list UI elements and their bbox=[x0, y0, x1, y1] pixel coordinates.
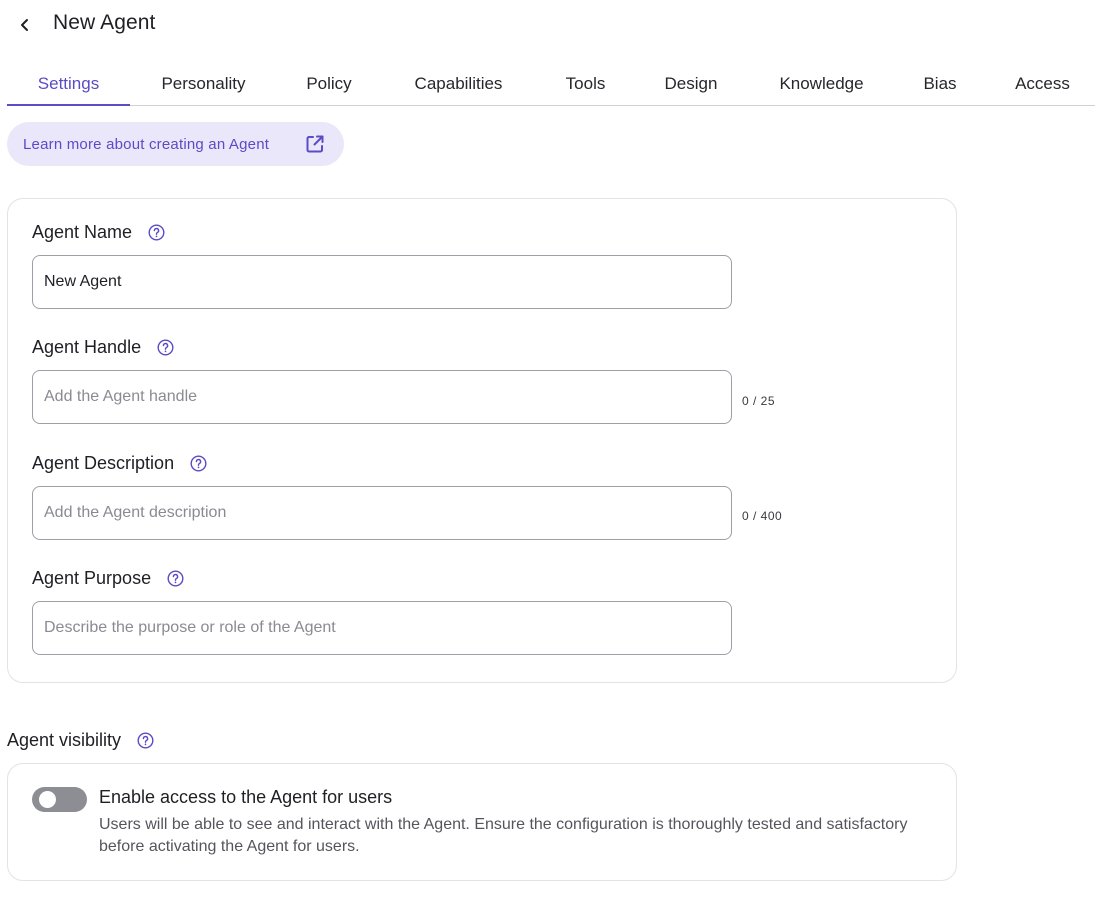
toggle-knob bbox=[39, 791, 56, 808]
agent-description-input[interactable] bbox=[32, 486, 732, 540]
page-header: New Agent bbox=[0, 0, 1095, 50]
tab-access[interactable]: Access bbox=[1013, 62, 1072, 105]
agent-name-label: Agent Name bbox=[32, 222, 133, 242]
learn-more-label: Learn more about creating an Agent bbox=[23, 135, 270, 153]
help-icon[interactable] bbox=[190, 455, 207, 472]
tab-policy[interactable]: Policy bbox=[305, 62, 353, 105]
agent-description-label-row: Agent Description bbox=[32, 453, 207, 474]
help-icon[interactable] bbox=[148, 224, 165, 241]
tab-capabilities[interactable]: Capabilities bbox=[409, 62, 508, 105]
help-icon[interactable] bbox=[137, 732, 154, 749]
user-access-toggle[interactable] bbox=[32, 787, 87, 812]
agent-handle-input[interactable] bbox=[32, 370, 732, 424]
tab-bias[interactable]: Bias bbox=[923, 62, 957, 105]
agent-handle-label: Agent Handle bbox=[32, 337, 142, 357]
agent-name-label-row: Agent Name bbox=[32, 222, 165, 243]
user-access-toggle-label: Enable access to the Agent for users bbox=[99, 787, 393, 807]
agent-description-counter: 0 / 400 bbox=[742, 509, 783, 523]
help-icon[interactable] bbox=[167, 570, 184, 587]
agent-purpose-label: Agent Purpose bbox=[32, 568, 152, 588]
agent-description-label: Agent Description bbox=[32, 453, 175, 473]
agent-name-input[interactable] bbox=[32, 255, 732, 309]
learn-more-link[interactable]: Learn more about creating an Agent bbox=[7, 122, 344, 166]
tab-design[interactable]: Design bbox=[663, 62, 719, 105]
agent-handle-counter: 0 / 25 bbox=[742, 394, 776, 408]
tab-personality[interactable]: Personality bbox=[158, 62, 249, 105]
user-access-description: Users will be able to see and interact w… bbox=[99, 816, 908, 855]
tab-bar: Settings Personality Policy Capabilities… bbox=[7, 62, 1095, 106]
agent-visibility-title: Agent visibility bbox=[7, 730, 122, 750]
tab-tools[interactable]: Tools bbox=[564, 62, 607, 105]
external-link-icon bbox=[306, 135, 324, 153]
help-icon[interactable] bbox=[157, 339, 174, 356]
chevron-left-icon bbox=[21, 19, 28, 31]
back-button[interactable] bbox=[14, 14, 36, 36]
agent-visibility-card: Enable access to the Agent for users Use… bbox=[7, 763, 957, 881]
page-title: New Agent bbox=[53, 11, 156, 34]
agent-handle-label-row: Agent Handle bbox=[32, 337, 174, 358]
agent-purpose-label-row: Agent Purpose bbox=[32, 568, 184, 589]
agent-visibility-title-row: Agent visibility bbox=[7, 730, 154, 751]
agent-details-card: Agent Name Agent Handle 0 / 25 Agent Des… bbox=[7, 198, 957, 683]
tab-knowledge[interactable]: Knowledge bbox=[776, 62, 867, 105]
agent-purpose-input[interactable] bbox=[32, 601, 732, 655]
tab-settings[interactable]: Settings bbox=[7, 62, 130, 106]
